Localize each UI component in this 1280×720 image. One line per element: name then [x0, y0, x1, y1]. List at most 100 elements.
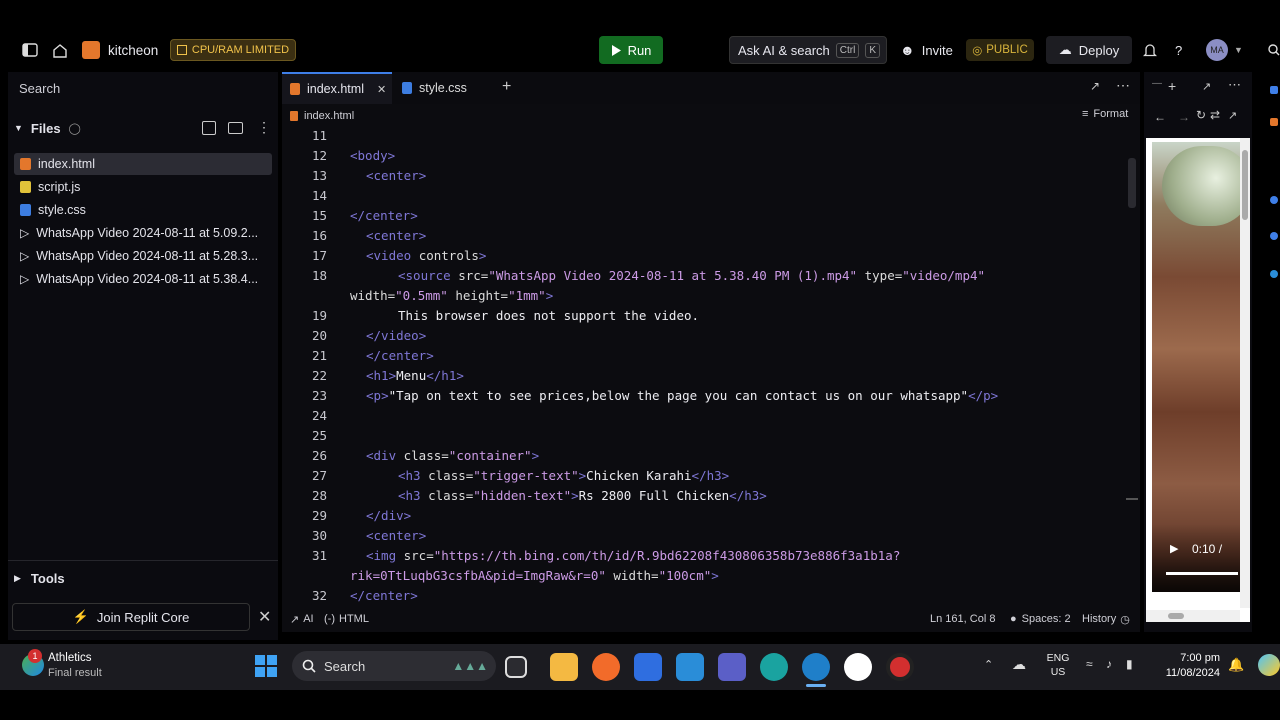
webview-hscrollbar[interactable] [1146, 610, 1240, 622]
file-item[interactable]: ▷ WhatsApp Video 2024-08-11 at 5.38.4... [14, 268, 272, 290]
history-button[interactable]: History ◷ [1082, 613, 1130, 626]
file-name: WhatsApp Video 2024-08-11 at 5.28.3... [36, 249, 259, 263]
file-item[interactable]: ▷ WhatsApp Video 2024-08-11 at 5.09.2... [14, 222, 272, 244]
code-line-28: <h3 class="hidden-text">Rs 2800 Full Chi… [398, 488, 767, 503]
extension-icon[interactable] [1270, 86, 1278, 94]
files-settings-icon[interactable]: ◯ [69, 122, 81, 135]
onedrive-cloud-icon[interactable]: ☁ [1012, 656, 1026, 673]
app-icon[interactable] [676, 653, 704, 681]
extension-icon[interactable] [1270, 196, 1278, 204]
edge-active-icon[interactable] [802, 653, 830, 681]
screen-recorder-icon[interactable] [886, 653, 914, 681]
new-folder-icon[interactable] [228, 122, 243, 134]
code-area[interactable]: <body> <center> </center> <center> <vide… [350, 126, 1130, 606]
cpu-badge-label: CPU/RAM LIMITED [191, 44, 290, 56]
new-tab-plus-icon[interactable]: + [1168, 78, 1176, 94]
line-number: 26 [311, 448, 327, 463]
ai-indicator[interactable]: ↗ AI [290, 613, 314, 626]
avatar-chevron-down-icon[interactable]: ▼ [1234, 30, 1243, 70]
webview-hscroll-thumb[interactable] [1168, 613, 1184, 619]
notification-bell-icon[interactable]: 🔔 [1228, 657, 1244, 673]
code-editor: index.html ✕ style.css + ↗ ⋯ index.html … [282, 72, 1140, 632]
webview-preview-pane: — + ↗ ⋯ ← → ↻ ⇄ ↗ ▶ 0:10 / [1144, 72, 1252, 632]
file-item[interactable]: script.js [14, 176, 272, 198]
video-play-icon[interactable]: ▶ [1170, 542, 1178, 555]
windows-taskbar: 1 Athletics Final result Search ▲▲▲ ⌃ ☁ … [0, 644, 1280, 690]
store-icon[interactable] [634, 653, 662, 681]
tools-section[interactable]: ▶ Tools [14, 566, 272, 590]
video-progress-bar[interactable] [1166, 572, 1238, 575]
avatar[interactable]: MA [1206, 39, 1228, 61]
webview-scroll-thumb[interactable] [1242, 150, 1248, 220]
brave-browser-icon[interactable] [592, 653, 620, 681]
media-player-icon[interactable] [844, 653, 872, 681]
clock-time: 7:00 pm [1180, 652, 1220, 664]
language-indicator[interactable]: (-) HTML [324, 613, 369, 625]
format-button[interactable]: ≡ Format [1082, 108, 1128, 120]
file-item[interactable]: index.html [14, 153, 272, 175]
breadcrumb-file[interactable]: index.html [304, 110, 354, 122]
more-options-icon[interactable]: ⋯ [1228, 77, 1241, 93]
run-button[interactable]: Run [599, 36, 663, 64]
project-switcher[interactable]: kitcheon [82, 30, 158, 70]
battery-icon[interactable]: ▮ [1126, 657, 1133, 671]
line-number: 31 [311, 548, 327, 563]
task-view-icon[interactable] [505, 656, 527, 678]
home-icon[interactable] [52, 30, 70, 70]
file-item[interactable]: style.css [14, 199, 272, 221]
windows-start-icon[interactable] [255, 655, 277, 677]
invite-button[interactable]: ☻ Invite [900, 30, 953, 70]
extension-icon[interactable] [1270, 118, 1278, 126]
back-arrow-icon[interactable]: ← [1154, 110, 1166, 124]
extension-icon[interactable] [1270, 232, 1278, 240]
food-video-frame[interactable]: ▶ 0:10 / [1152, 142, 1240, 592]
widget-title[interactable]: Athletics [48, 652, 91, 664]
webview-page[interactable]: ▶ 0:10 / [1146, 138, 1250, 622]
notifications-bell-icon[interactable] [1143, 30, 1157, 70]
volume-icon[interactable]: ♪ [1106, 657, 1112, 671]
expand-icon[interactable]: ↗ [1090, 79, 1100, 93]
tab-index-html[interactable]: index.html ✕ [282, 72, 392, 104]
expand-icon[interactable]: ↗ [1202, 80, 1211, 93]
sidebar-toggle-icon[interactable] [22, 30, 40, 70]
more-options-icon[interactable]: ⋯ [1116, 77, 1130, 94]
line-number: 11 [311, 128, 327, 143]
clock[interactable]: 7:00 pm 11/08/2024 [1156, 652, 1220, 679]
close-tab-icon[interactable]: ✕ [377, 83, 386, 96]
help-label: ? [1175, 42, 1183, 58]
new-tab-plus-icon[interactable]: + [502, 78, 511, 96]
cursor-position[interactable]: Ln 161, Col 8 [930, 613, 995, 625]
tab-label: style.css [419, 81, 467, 95]
editor-scrollbar[interactable] [1128, 158, 1136, 208]
language-indicator[interactable]: ENG US [1044, 652, 1072, 678]
taskbar-search-box[interactable]: Search ▲▲▲ [292, 651, 496, 681]
close-icon[interactable]: ✕ [258, 607, 271, 627]
help-icon[interactable]: ? [1175, 30, 1182, 70]
open-new-window-icon[interactable]: ↗ [1228, 109, 1237, 122]
spaces-indicator[interactable]: ● Spaces: 2 [1010, 613, 1071, 625]
edge-icon[interactable] [760, 653, 788, 681]
devtools-icon[interactable]: ⇄ [1210, 108, 1220, 122]
show-hidden-icons-chevron-up-icon[interactable]: ⌃ [984, 658, 993, 671]
file-explorer-icon[interactable] [550, 653, 578, 681]
deploy-button[interactable]: ☁ Deploy [1046, 36, 1132, 64]
copilot-icon[interactable] [1258, 654, 1280, 676]
new-file-icon[interactable] [202, 121, 216, 135]
file-item[interactable]: ▷ WhatsApp Video 2024-08-11 at 5.28.3... [14, 245, 272, 267]
teams-icon[interactable] [718, 653, 746, 681]
refresh-icon[interactable]: ↻ [1196, 108, 1206, 122]
tab-style-css[interactable]: style.css [392, 72, 492, 104]
extension-icon[interactable] [1270, 270, 1278, 278]
status-bar: ↗ AI (-) HTML Ln 161, Col 8 ● Spaces: 2 His… [282, 609, 1140, 629]
cpu-limited-badge[interactable]: CPU/RAM LIMITED [170, 39, 296, 61]
webview-scrollbar[interactable] [1240, 138, 1250, 608]
ask-ai-search[interactable]: Ask AI & search Ctrl K [729, 36, 887, 64]
forward-arrow-icon[interactable]: → [1178, 110, 1190, 124]
more-options-icon[interactable]: ⋮ [257, 119, 271, 136]
join-replit-core-button[interactable]: ⚡ Join Replit Core [12, 603, 250, 631]
public-badge[interactable]: ◎ PUBLIC [966, 39, 1034, 61]
search-input[interactable]: Search [12, 76, 274, 100]
wifi-icon[interactable]: ≈ [1086, 657, 1093, 671]
search-icon[interactable] [1268, 30, 1280, 70]
format-label: Format [1093, 108, 1129, 120]
